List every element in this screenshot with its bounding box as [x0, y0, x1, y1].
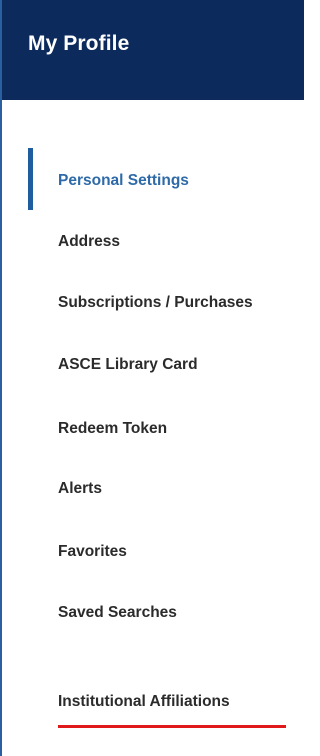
sidebar-item-redeem-token[interactable]: Redeem Token: [58, 420, 167, 438]
sidebar-item-subscriptions-purchases[interactable]: Subscriptions / Purchases: [58, 294, 253, 312]
sidebar-item-saved-searches[interactable]: Saved Searches: [58, 604, 177, 622]
sidebar-item-asce-library-card[interactable]: ASCE Library Card: [58, 356, 198, 374]
profile-sidebar: My Profile Personal Settings Address Sub…: [0, 0, 304, 756]
sidebar-item-alerts[interactable]: Alerts: [58, 480, 102, 498]
highlight-underline: [58, 725, 286, 728]
page-title: My Profile: [28, 32, 130, 55]
sidebar-item-personal-settings[interactable]: Personal Settings: [58, 172, 189, 190]
sidebar-item-address[interactable]: Address: [58, 233, 120, 251]
sidebar-item-institutional-affiliations[interactable]: Institutional Affiliations: [58, 693, 230, 711]
active-indicator: [28, 148, 33, 210]
sidebar-item-favorites[interactable]: Favorites: [58, 543, 127, 561]
sidebar-header: My Profile: [2, 0, 304, 100]
